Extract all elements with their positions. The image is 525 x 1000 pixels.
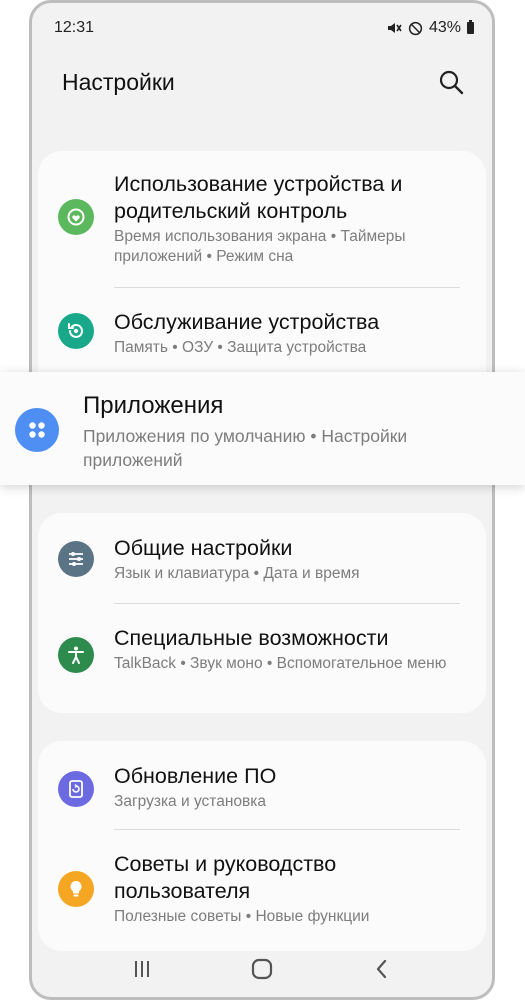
settings-item-digital-wellbeing[interactable]: Использование устройства и родительский … — [38, 171, 486, 271]
back-icon[interactable] — [362, 949, 402, 989]
do-not-disturb-icon — [408, 21, 423, 35]
item-title: Использование устройства и родительский … — [114, 172, 403, 223]
recent-apps-icon[interactable] — [122, 949, 162, 989]
item-title: Специальные возможности — [114, 626, 389, 650]
digital-wellbeing-icon — [58, 199, 94, 235]
software-update-icon — [58, 771, 94, 807]
divider — [114, 829, 460, 830]
settings-item-device-care[interactable]: Обслуживание устройства Память • ОЗУ • З… — [38, 309, 486, 369]
divider — [114, 287, 460, 288]
item-text: Приложения Приложения по умолчанию • Нас… — [83, 391, 495, 472]
item-title: Обновление ПО — [114, 764, 277, 788]
settings-item-software-update[interactable]: Обновление ПО Загрузка и установка — [38, 763, 486, 823]
item-text: Обновление ПО Загрузка и установка — [114, 763, 466, 812]
item-text: Использование устройства и родительский … — [114, 171, 466, 267]
settings-item-accessibility[interactable]: Специальные возможности TalkBack • Звук … — [38, 625, 486, 705]
item-text: Советы и руководство пользователя Полезн… — [114, 851, 466, 927]
battery-percent: 43% — [428, 19, 461, 36]
divider — [114, 603, 460, 604]
apps-icon — [15, 408, 59, 452]
item-subtitle: Загрузка и установка — [114, 793, 266, 810]
item-subtitle: Язык и клавиатура • Дата и время — [114, 565, 360, 582]
item-text: Специальные возможности TalkBack • Звук … — [114, 625, 466, 674]
accessibility-icon — [58, 637, 94, 673]
item-subtitle: TalkBack • Звук моно • Вспомогательное м… — [114, 655, 447, 672]
item-title: Приложения — [83, 392, 224, 419]
item-subtitle: Время использования экрана • Таймеры при… — [114, 228, 406, 265]
item-subtitle: Полезные советы • Новые функции — [114, 908, 370, 925]
status-icons: 43% — [386, 19, 474, 37]
navigation-bar — [32, 941, 492, 997]
item-subtitle: Память • ОЗУ • Защита устройства — [114, 339, 367, 356]
settings-item-tips[interactable]: Советы и руководство пользователя Полезн… — [38, 851, 486, 941]
status-bar: 12:31 43% — [32, 19, 492, 43]
search-icon[interactable] — [436, 67, 466, 97]
settings-item-general[interactable]: Общие настройки Язык и клавиатура • Дата… — [38, 535, 486, 595]
home-icon[interactable] — [242, 949, 282, 989]
page-header: Настройки — [32, 65, 492, 101]
item-title: Общие настройки — [114, 536, 293, 560]
settings-card-support: Обновление ПО Загрузка и установка Совет… — [38, 741, 486, 951]
item-text: Обслуживание устройства Память • ОЗУ • З… — [114, 309, 466, 358]
battery-icon — [467, 20, 474, 34]
settings-card-general: Общие настройки Язык и клавиатура • Дата… — [38, 513, 486, 713]
phone-frame: 12:31 43% Настройки Использование устрой… — [29, 0, 495, 1000]
tips-bulb-icon — [58, 871, 94, 907]
page-title: Настройки — [62, 69, 175, 95]
item-text: Общие настройки Язык и клавиатура • Дата… — [114, 535, 466, 584]
sliders-icon — [58, 541, 94, 577]
device-care-icon — [58, 313, 94, 349]
settings-card-device: Использование устройства и родительский … — [38, 151, 486, 401]
item-subtitle: Приложения по умолчанию • Настройки прил… — [83, 426, 408, 470]
mute-icon — [387, 23, 402, 33]
item-title: Советы и руководство пользователя — [114, 852, 337, 903]
status-time: 12:31 — [54, 19, 95, 36]
settings-item-apps[interactable]: Приложения Приложения по умолчанию • Нас… — [0, 372, 525, 485]
item-title: Обслуживание устройства — [114, 310, 380, 334]
